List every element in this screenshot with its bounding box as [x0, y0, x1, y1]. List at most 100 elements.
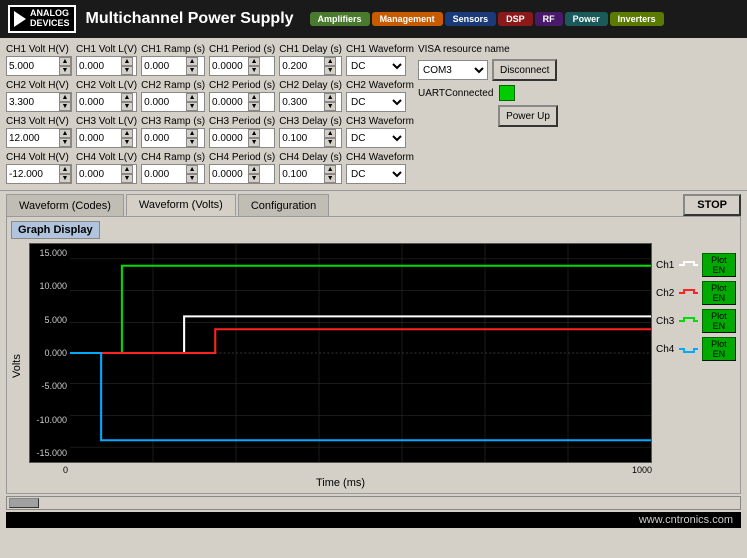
ch2-ramp-up[interactable]: ▲: [186, 93, 198, 102]
ch2-volt-h-down[interactable]: ▼: [59, 102, 71, 111]
ch3-period-input[interactable]: [210, 129, 248, 147]
ch3-delay-up[interactable]: ▲: [324, 129, 336, 138]
ch3-volt-h-down[interactable]: ▼: [59, 138, 71, 147]
visa-section: VISA resource name COM3 Disconnect UARTC…: [418, 44, 558, 184]
ch3-delay-input[interactable]: [280, 129, 324, 147]
ch2-period-up[interactable]: ▲: [248, 93, 260, 102]
ch1-volt-h-up[interactable]: ▲: [59, 57, 71, 66]
ch3-ramp-up[interactable]: ▲: [186, 129, 198, 138]
ch4-delay-down[interactable]: ▼: [324, 174, 336, 183]
ch1-delay-up[interactable]: ▲: [324, 57, 336, 66]
ch1-volt-h-input[interactable]: [7, 57, 59, 75]
ch1-volt-l-down[interactable]: ▼: [121, 66, 133, 75]
ch1-ramp-field: CH1 Ramp (s) ▲ ▼: [141, 44, 205, 76]
ch1-volt-l-up[interactable]: ▲: [121, 57, 133, 66]
legend-ch3-plot-en-button[interactable]: Plot EN: [702, 309, 736, 333]
ch4-ramp-input-group: ▲ ▼: [141, 164, 205, 184]
ch4-delay-input[interactable]: [280, 165, 324, 183]
ch2-period-down[interactable]: ▼: [248, 102, 260, 111]
ch3-waveform-select[interactable]: DC: [346, 128, 406, 148]
ch4-waveform-select[interactable]: DC: [346, 164, 406, 184]
nav-management[interactable]: Management: [372, 12, 443, 26]
ch4-volt-l-down[interactable]: ▼: [121, 174, 133, 183]
ch3-volt-l-down[interactable]: ▼: [121, 138, 133, 147]
ch1-delay-down[interactable]: ▼: [324, 66, 336, 75]
ch3-period-up[interactable]: ▲: [248, 129, 260, 138]
power-up-button[interactable]: Power Up: [498, 105, 558, 127]
ch3-volt-l-input[interactable]: [77, 129, 121, 147]
ch2-delay-input[interactable]: [280, 93, 324, 111]
nav-power[interactable]: Power: [565, 12, 608, 26]
legend-ch3-line-icon: [679, 316, 698, 326]
stop-button[interactable]: STOP: [683, 194, 741, 216]
ytick-10: 10.000: [30, 281, 70, 291]
ch4-period-down[interactable]: ▼: [248, 174, 260, 183]
watermark-bar: www.cntronics.com: [6, 512, 741, 528]
ch3-volt-h-up[interactable]: ▲: [59, 129, 71, 138]
logo: ANALOG DEVICES: [8, 5, 76, 33]
tab-waveform-volts[interactable]: Waveform (Volts): [126, 194, 236, 216]
ch1-period-down[interactable]: ▼: [248, 66, 260, 75]
ch4-volt-h-down[interactable]: ▼: [59, 174, 71, 183]
ch3-delay-down[interactable]: ▼: [324, 138, 336, 147]
ch4-period-up[interactable]: ▲: [248, 165, 260, 174]
ch4-ramp-down[interactable]: ▼: [186, 174, 198, 183]
tab-waveform-codes[interactable]: Waveform (Codes): [6, 194, 124, 216]
ch2-volt-l-up[interactable]: ▲: [121, 93, 133, 102]
ch4-delay-up[interactable]: ▲: [324, 165, 336, 174]
scrollbar-thumb[interactable]: [9, 498, 39, 508]
ch3-volt-h-input[interactable]: [7, 129, 59, 147]
nav-dsp[interactable]: DSP: [498, 12, 533, 26]
ch2-volt-h-input[interactable]: [7, 93, 59, 111]
ch4-volt-l-label: CH4 Volt L(V): [76, 152, 137, 163]
ch1-volt-h-down[interactable]: ▼: [59, 66, 71, 75]
ch3-delay-label: CH3 Delay (s): [279, 116, 342, 127]
ch2-volt-h-up[interactable]: ▲: [59, 93, 71, 102]
ch2-ramp-label: CH2 Ramp (s): [141, 80, 205, 91]
visa-select[interactable]: COM3: [418, 60, 488, 80]
nav-sensors[interactable]: Sensors: [445, 12, 497, 26]
ch4-volt-l-up[interactable]: ▲: [121, 165, 133, 174]
ch1-ramp-input[interactable]: [142, 57, 186, 75]
nav-rf[interactable]: RF: [535, 12, 563, 26]
legend-ch1-plot-en-button[interactable]: Plot EN: [702, 253, 736, 277]
ch4-volt-l-input[interactable]: [77, 165, 121, 183]
nav-inverters[interactable]: Inverters: [610, 12, 664, 26]
ch1-delay-input-group: ▲ ▼: [279, 56, 342, 76]
ch4-volt-h-up[interactable]: ▲: [59, 165, 71, 174]
graph-area: 15.000 10.000 5.000 0.000 -5.000 -10.000…: [29, 243, 652, 489]
ch4-volt-h-field: CH4 Volt H(V) ▲ ▼: [6, 152, 72, 184]
ch2-ramp-down[interactable]: ▼: [186, 102, 198, 111]
ch3-ramp-input[interactable]: [142, 129, 186, 147]
ch1-ramp-up[interactable]: ▲: [186, 57, 198, 66]
ytick-0: 0.000: [30, 348, 70, 358]
ch1-delay-input[interactable]: [280, 57, 324, 75]
ch2-delay-down[interactable]: ▼: [324, 102, 336, 111]
ch2-volt-l-input[interactable]: [77, 93, 121, 111]
legend-ch4-plot-en-button[interactable]: Plot EN: [702, 337, 736, 361]
ch2-ramp-input[interactable]: [142, 93, 186, 111]
ch3-volt-l-up[interactable]: ▲: [121, 129, 133, 138]
ch1-period-input[interactable]: [210, 57, 248, 75]
nav-amplifiers[interactable]: Amplifiers: [310, 12, 370, 26]
graph-panel: Graph Display Volts 15.000 10.000 5.000 …: [6, 216, 741, 494]
disconnect-button[interactable]: Disconnect: [492, 59, 557, 81]
legend-ch2-plot-en-button[interactable]: Plot EN: [702, 281, 736, 305]
ch3-period-down[interactable]: ▼: [248, 138, 260, 147]
ch2-volt-l-down[interactable]: ▼: [121, 102, 133, 111]
ch4-ramp-input[interactable]: [142, 165, 186, 183]
ch1-ramp-spinner: ▲ ▼: [186, 57, 198, 75]
ch4-period-input[interactable]: [210, 165, 248, 183]
tab-configuration[interactable]: Configuration: [238, 194, 329, 216]
legend-ch2-line-icon: [679, 288, 698, 298]
ch1-waveform-select[interactable]: DC: [346, 56, 406, 76]
ch2-period-input[interactable]: [210, 93, 248, 111]
ch1-period-up[interactable]: ▲: [248, 57, 260, 66]
ch3-ramp-down[interactable]: ▼: [186, 138, 198, 147]
ch2-delay-up[interactable]: ▲: [324, 93, 336, 102]
ch1-ramp-down[interactable]: ▼: [186, 66, 198, 75]
ch1-volt-l-input[interactable]: [77, 57, 121, 75]
ch2-waveform-select[interactable]: DC: [346, 92, 406, 112]
ch4-volt-h-input[interactable]: [7, 165, 59, 183]
ch4-ramp-up[interactable]: ▲: [186, 165, 198, 174]
